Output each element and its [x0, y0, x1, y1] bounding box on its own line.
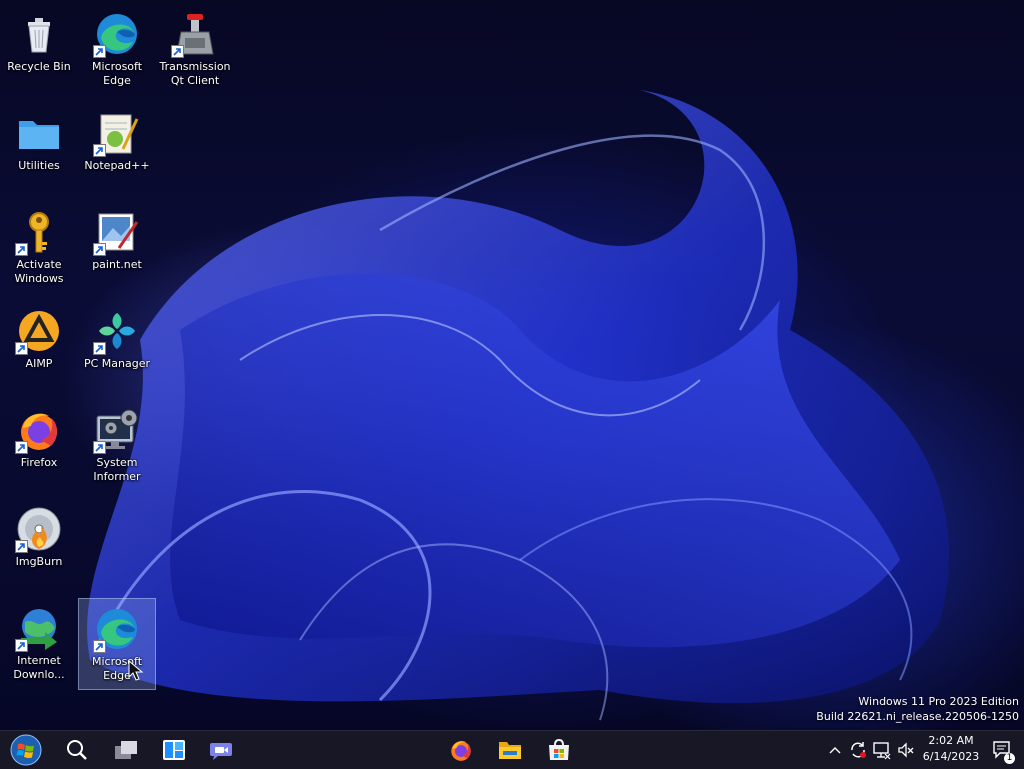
mouse-cursor-icon [128, 659, 144, 686]
taskbar: 2:02 AM 6/14/2023 1 [0, 730, 1024, 769]
desktop-icon-label: Activate Windows [14, 258, 64, 285]
desktop-icon-activate-windows[interactable]: Activate Windows [0, 202, 78, 294]
desktop-icon-pc-manager[interactable]: PC Manager [78, 301, 156, 393]
shortcut-arrow-icon [93, 342, 106, 355]
system-informer-icon [93, 406, 141, 454]
aimp-icon [15, 307, 63, 355]
desktop-icon-recycle-bin[interactable]: Recycle Bin [0, 4, 78, 96]
sync-icon [851, 742, 866, 758]
search-button[interactable] [61, 734, 93, 766]
shortcut-arrow-icon [171, 45, 184, 58]
search-icon [67, 740, 87, 760]
firefox-icon [15, 406, 63, 454]
desktop-icon-aimp[interactable]: AIMP [0, 301, 78, 393]
edge-icon [93, 605, 141, 653]
desktop-icon-label: Notepad++ [84, 159, 150, 172]
file-explorer-icon [499, 742, 521, 759]
desktop-icon-label: Transmission Qt Client [159, 60, 231, 87]
desktop-icon-label: Microsoft Edge [91, 655, 143, 682]
imgburn-icon [15, 505, 63, 553]
shortcut-arrow-icon [15, 243, 28, 256]
taskbar-file-explorer[interactable] [494, 734, 526, 766]
notification-count-badge: 1 [1004, 753, 1015, 764]
notepadpp-icon [93, 109, 141, 157]
desktop-icon-system-informer[interactable]: System Informer [78, 400, 156, 492]
windows-edition-watermark: Windows 11 Pro 2023 Edition Build 22621.… [816, 694, 1019, 724]
desktop-icon-label: System Informer [93, 456, 141, 483]
clock-time: 2:02 AM [928, 734, 974, 747]
tray-clock[interactable]: 2:02 AM 6/14/2023 [920, 733, 982, 767]
transmission-icon [171, 10, 219, 58]
microsoft-store-icon [549, 738, 569, 760]
shortcut-arrow-icon [15, 639, 28, 652]
desktop-icon-transmission[interactable]: Transmission Qt Client [156, 4, 234, 96]
widgets-icon [163, 740, 185, 760]
folder-icon [15, 109, 63, 157]
network-icon [873, 742, 891, 760]
taskbar-firefox[interactable] [445, 734, 477, 766]
taskbar-microsoft-store[interactable] [543, 734, 575, 766]
shortcut-arrow-icon [15, 342, 28, 355]
desktop-icon-label: Utilities [18, 159, 60, 172]
watermark-build: Build 22621.ni_release.220506-1250 [816, 710, 1019, 723]
volume-muted-icon [898, 742, 914, 758]
key-icon [15, 208, 63, 256]
desktop-icon-imgburn[interactable]: ImgBurn [0, 499, 78, 591]
shortcut-arrow-icon [93, 243, 106, 256]
pc-manager-icon [93, 307, 141, 355]
shortcut-arrow-icon [93, 640, 106, 653]
firefox-icon [451, 741, 471, 761]
shortcut-arrow-icon [93, 441, 106, 454]
desktop-icon-internet-download-manager[interactable]: Internet Downlo... [0, 598, 78, 690]
desktop-icon-label: Microsoft Edge [91, 60, 143, 87]
desktop-icon-notepadpp[interactable]: Notepad++ [78, 103, 156, 195]
desktop-icon-microsoft-edge-selected[interactable]: Microsoft Edge [78, 598, 156, 690]
notification-center-button[interactable]: 1 [987, 734, 1017, 766]
watermark-edition: Windows 11 Pro 2023 Edition [858, 695, 1019, 708]
edge-icon [93, 10, 141, 58]
desktop-icon-label: Internet Downlo... [13, 654, 65, 681]
chat-button[interactable] [205, 734, 237, 766]
recycle-bin-icon [15, 10, 63, 58]
desktop-icon-firefox[interactable]: Firefox [0, 400, 78, 492]
widgets-button[interactable] [158, 734, 190, 766]
desktop-icon-paintnet[interactable]: paint.net [78, 202, 156, 294]
tray-volume[interactable] [894, 734, 918, 766]
desktop-icon-label: ImgBurn [15, 555, 63, 568]
desktop-icon-label: PC Manager [83, 357, 151, 370]
shortcut-arrow-icon [15, 540, 28, 553]
tray-network[interactable] [870, 734, 894, 766]
start-orb-icon [10, 734, 42, 766]
internet-download-manager-icon [15, 604, 63, 652]
shortcut-arrow-icon [15, 441, 28, 454]
paintnet-icon [93, 208, 141, 256]
shortcut-arrow-icon [93, 144, 106, 157]
shortcut-arrow-icon [93, 45, 106, 58]
desktop-icon-label: paint.net [92, 258, 142, 271]
task-view-icon [115, 741, 137, 759]
desktop-icon-label: Recycle Bin [7, 60, 71, 73]
show-hidden-icons-button[interactable] [826, 734, 844, 766]
start-button[interactable] [8, 734, 44, 766]
task-view-button[interactable] [110, 734, 142, 766]
desktop-icon-microsoft-edge[interactable]: Microsoft Edge [78, 4, 156, 96]
desktop-icon-utilities[interactable]: Utilities [0, 103, 78, 195]
clock-date: 6/14/2023 [922, 750, 980, 763]
desktop-icon-label: AIMP [25, 357, 53, 370]
teams-chat-icon [210, 743, 232, 760]
chevron-up-icon [829, 747, 841, 754]
tray-sync[interactable] [846, 734, 870, 766]
desktop-icon-label: Firefox [20, 456, 58, 469]
